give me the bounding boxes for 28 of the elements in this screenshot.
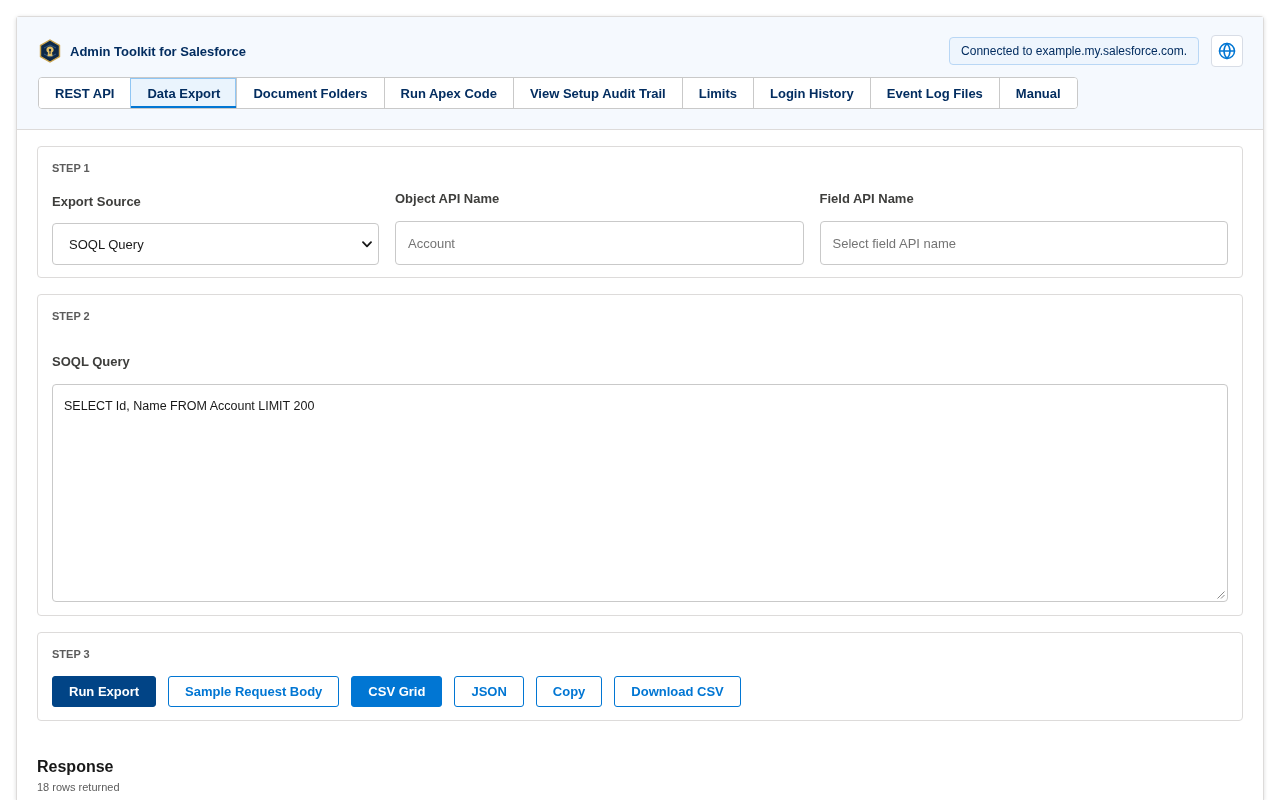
run-button[interactable]: Run Export bbox=[52, 676, 157, 707]
row-count-text: 18 rows returned bbox=[37, 781, 121, 794]
step-label: STEP 1 bbox=[52, 162, 91, 175]
field-label: Export Source bbox=[52, 194, 142, 210]
nav-tab[interactable]: Manual bbox=[998, 78, 1077, 108]
chevron-down-icon bbox=[362, 240, 372, 248]
field-name-input[interactable]: Select field API name bbox=[819, 221, 1228, 265]
action-button[interactable]: Download CSV bbox=[614, 676, 741, 707]
shield-keyhole-logo-icon bbox=[38, 39, 62, 63]
resize-grip-icon[interactable] bbox=[1217, 591, 1225, 599]
field-label: Field API Name bbox=[819, 191, 915, 207]
step-label: STEP 2 bbox=[52, 310, 91, 323]
connection-status: Connected to example.my.salesforce.com. bbox=[949, 37, 1199, 65]
app-title: Admin Toolkit for Salesforce bbox=[70, 43, 246, 59]
language-button[interactable] bbox=[1211, 35, 1243, 67]
response-heading: Response bbox=[37, 757, 115, 777]
field-label: SOQL Query bbox=[52, 354, 131, 370]
view-toggle-button[interactable]: JSON bbox=[454, 676, 524, 707]
object-name-input[interactable]: Account bbox=[395, 221, 804, 265]
step-label: STEP 3 bbox=[52, 648, 91, 661]
view-toggle-button[interactable]: CSV Grid bbox=[351, 676, 443, 707]
action-button[interactable]: Copy bbox=[535, 676, 603, 707]
field-label: Object API Name bbox=[395, 191, 501, 207]
globe-icon bbox=[1218, 42, 1236, 60]
query-textarea[interactable]: SELECT Id, Name FROM Account LIMIT 200 bbox=[52, 384, 1228, 602]
export-source-select[interactable]: SOQL Query bbox=[52, 223, 379, 265]
action-button[interactable]: Sample Request Body bbox=[168, 676, 340, 707]
nav-tab[interactable]: Data Export bbox=[130, 78, 237, 108]
